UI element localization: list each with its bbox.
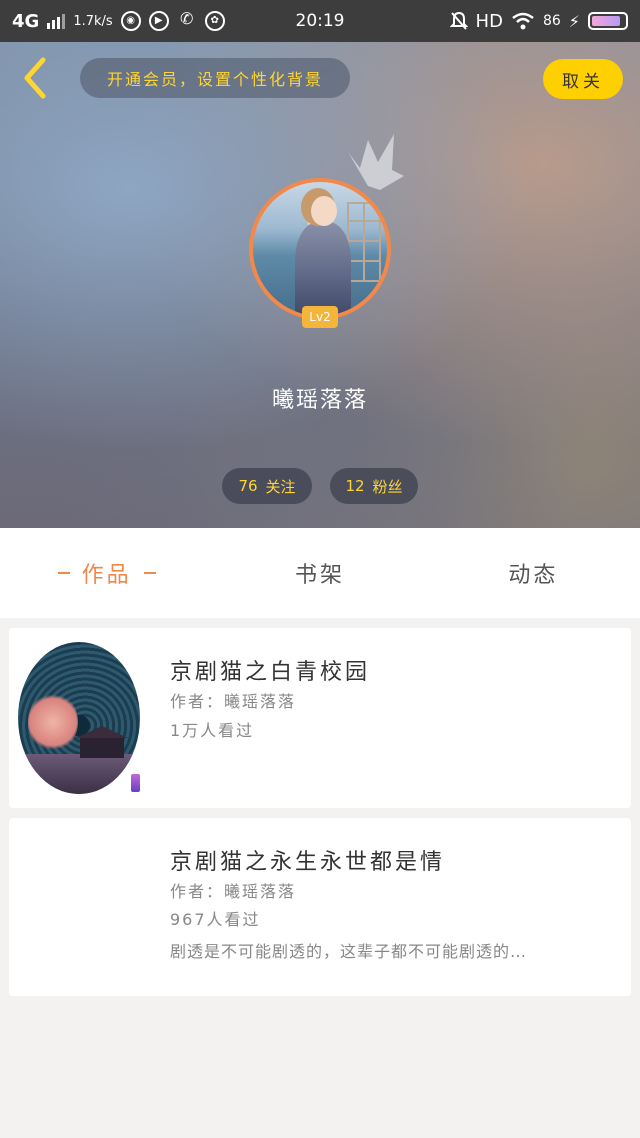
tab-bookshelf[interactable]: 书架: [213, 528, 426, 618]
back-button[interactable]: [14, 57, 54, 99]
tab-activity[interactable]: 动态: [427, 528, 640, 618]
signal-icon: [47, 13, 66, 29]
charging-icon: ⚡: [568, 11, 580, 31]
avatar-figure: [295, 222, 351, 316]
wechat-icon: ✆: [179, 9, 194, 28]
cover-house: [76, 726, 128, 758]
tab-activity-label: 动态: [508, 563, 559, 588]
work-cover-image: [18, 642, 140, 794]
profile-tabs: 作品 书架 动态: [0, 528, 640, 618]
work-views: 967人看过: [170, 910, 261, 929]
battery-fill: [592, 16, 620, 26]
fans-button[interactable]: 12 粉丝: [330, 468, 418, 504]
notification-app-icon: ✿: [204, 11, 225, 31]
cover-ground: [18, 754, 140, 794]
battery-icon: [588, 12, 628, 30]
fans-label: 粉丝: [372, 477, 403, 496]
wifi-icon: [512, 12, 534, 30]
profile-header: 开通会员，设置个性化背景 取关 Lv2 曦瑶落落 76 关注 12 粉丝: [0, 42, 640, 528]
work-views: 1万人看过: [170, 721, 255, 740]
mute-bell-icon: [449, 11, 468, 30]
status-bar: 4G 1.7k/s ◉ ▶ ✆ ✿ 20:19 HD 86 ⚡: [0, 0, 640, 42]
following-button[interactable]: 76 关注: [222, 468, 312, 504]
tab-works[interactable]: 作品: [0, 528, 213, 618]
vip-background-button[interactable]: 开通会员，设置个性化背景: [80, 58, 350, 98]
work-description: 剧透是不可能剧透的，这辈子都不可能剧透的…: [170, 942, 528, 961]
status-left: 4G 1.7k/s ◉ ▶ ✆ ✿: [12, 11, 225, 32]
chevron-left-icon: [24, 57, 46, 99]
network-type: 4G: [12, 10, 40, 32]
unfollow-button[interactable]: 取关: [543, 59, 623, 99]
hd-indicator: HD: [475, 10, 503, 32]
avatar-window-detail: [347, 202, 381, 282]
work-card[interactable]: 京剧猫之白青校园 作者：曦瑶落落 1万人看过: [9, 628, 631, 808]
avatar-figure-head: [311, 196, 337, 226]
following-count: 76: [238, 477, 258, 495]
avatar[interactable]: [249, 178, 391, 320]
network-speed: 1.7k/s: [73, 13, 113, 29]
work-card[interactable]: 京剧猫之永生永世都是情 作者：曦瑶落落 967人看过 剧透是不可能剧透的，这辈子…: [9, 818, 631, 996]
fans-count: 12: [345, 477, 365, 495]
work-title: 京剧猫之白青校园: [170, 660, 371, 685]
work-title: 京剧猫之永生永世都是情: [170, 850, 446, 875]
work-author: 作者：曦瑶落落: [170, 882, 297, 901]
tab-bookshelf-label: 书架: [294, 563, 345, 588]
works-list: 京剧猫之白青校园 作者：曦瑶落落 1万人看过 京剧猫之永生永世都是情 作者：曦瑶…: [0, 618, 640, 1138]
tab-active-dash-right: [143, 572, 156, 574]
cover-tree: [28, 692, 78, 752]
cover-tag: [131, 774, 140, 792]
work-author: 作者：曦瑶落落: [170, 692, 297, 711]
tab-works-label: 作品: [81, 563, 132, 588]
level-badge: Lv2: [302, 306, 338, 328]
video-app-icon: ▶: [148, 11, 169, 31]
status-right: HD 86 ⚡: [449, 10, 628, 32]
username: 曦瑶落落: [271, 388, 368, 413]
following-label: 关注: [265, 477, 296, 496]
battery-percent: 86: [542, 13, 561, 29]
tab-active-dash-left: [57, 572, 70, 574]
browser-app-icon: ◉: [120, 11, 141, 31]
